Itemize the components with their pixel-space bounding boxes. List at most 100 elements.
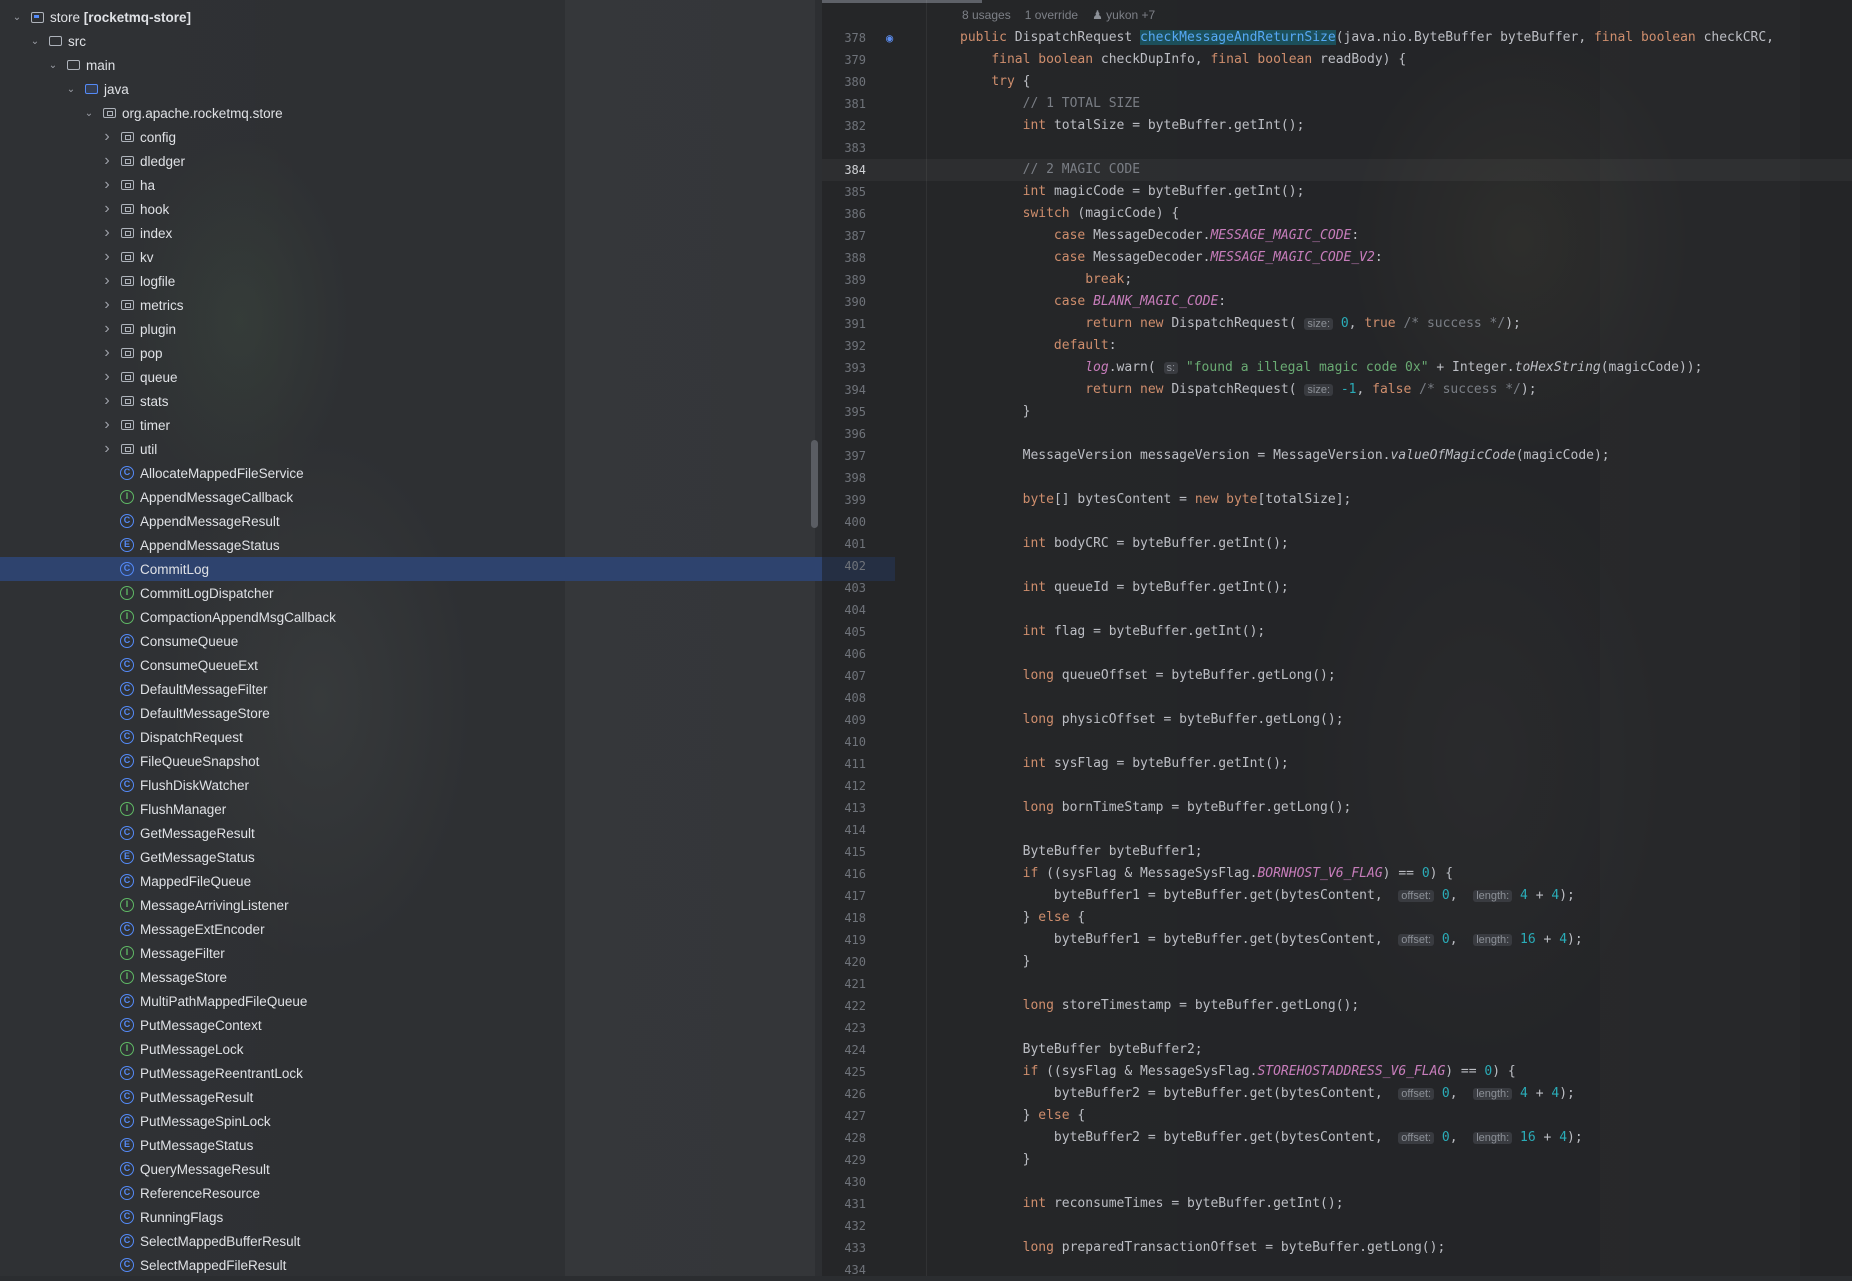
chevron-right-icon[interactable]: ›	[100, 296, 114, 313]
line-number[interactable]: 404	[822, 599, 866, 621]
code-line[interactable]: 380 try {	[822, 71, 1852, 93]
chevron-right-icon[interactable]: ›	[100, 272, 114, 289]
tree-scrollbar[interactable]	[811, 440, 818, 528]
chevron-down-icon[interactable]: ⌄	[64, 82, 78, 96]
tree-item-pop[interactable]: › pop	[0, 341, 895, 365]
line-number[interactable]: 406	[822, 643, 866, 665]
tree-item-selectmappedfileresult[interactable]: C SelectMappedFileResult	[0, 1253, 895, 1277]
code-line[interactable]: 400	[822, 511, 1852, 533]
code-line[interactable]: 426 byteBuffer2 = byteBuffer.get(bytesCo…	[822, 1083, 1852, 1105]
line-number[interactable]: 414	[822, 819, 866, 841]
code-line[interactable]: 396	[822, 423, 1852, 445]
tree-item-dispatchrequest[interactable]: C DispatchRequest	[0, 725, 895, 749]
code-line[interactable]: 382 int totalSize = byteBuffer.getInt();	[822, 115, 1852, 137]
tree-item-metrics[interactable]: › metrics	[0, 293, 895, 317]
line-number[interactable]: 380	[822, 71, 866, 93]
line-number[interactable]: 401	[822, 533, 866, 555]
line-number[interactable]: 396	[822, 423, 866, 445]
code-line[interactable]: 378 ◉ public DispatchRequest checkMessageA…	[822, 27, 1852, 49]
code-line[interactable]: 415 ByteBuffer byteBuffer1;	[822, 841, 1852, 863]
line-number[interactable]: 409	[822, 709, 866, 731]
line-number[interactable]: 415	[822, 841, 866, 863]
code-line[interactable]: 404	[822, 599, 1852, 621]
code-line[interactable]: 405 int flag = byteBuffer.getInt();	[822, 621, 1852, 643]
line-number[interactable]: 386	[822, 203, 866, 225]
line-number[interactable]: 417	[822, 885, 866, 907]
line-number[interactable]: 394	[822, 379, 866, 401]
tree-item-messageextencoder[interactable]: C MessageExtEncoder	[0, 917, 895, 941]
line-number[interactable]: 389	[822, 269, 866, 291]
tree-item-consumequeueext[interactable]: C ConsumeQueueExt	[0, 653, 895, 677]
tree-item-selectmappedbufferresult[interactable]: C SelectMappedBufferResult	[0, 1229, 895, 1253]
tree-item-flushdiskwatcher[interactable]: C FlushDiskWatcher	[0, 773, 895, 797]
author-hint[interactable]: ♟ yukon +7	[1092, 8, 1155, 22]
code-line[interactable]: 427 } else {	[822, 1105, 1852, 1127]
tree-item-consumequeue[interactable]: C ConsumeQueue	[0, 629, 895, 653]
line-number[interactable]: 405	[822, 621, 866, 643]
tree-item-stats[interactable]: › stats	[0, 389, 895, 413]
code-line[interactable]: 410	[822, 731, 1852, 753]
chevron-right-icon[interactable]: ›	[100, 200, 114, 217]
chevron-right-icon[interactable]: ›	[100, 392, 114, 409]
tree-item-config[interactable]: › config	[0, 125, 895, 149]
tree-item-getmessagestatus[interactable]: E GetMessageStatus	[0, 845, 895, 869]
tree-item-putmessagespinlock[interactable]: C PutMessageSpinLock	[0, 1109, 895, 1133]
code-line[interactable]: 403 int queueId = byteBuffer.getInt();	[822, 577, 1852, 599]
code-line[interactable]: 418 } else {	[822, 907, 1852, 929]
code-line[interactable]: 408	[822, 687, 1852, 709]
chevron-right-icon[interactable]: ›	[100, 416, 114, 433]
line-number[interactable]: 387	[822, 225, 866, 247]
tree-item-referenceresource[interactable]: C ReferenceResource	[0, 1181, 895, 1205]
line-number[interactable]: 392	[822, 335, 866, 357]
chevron-right-icon[interactable]: ›	[100, 248, 114, 265]
tree-item-package[interactable]: ⌄ org.apache.rocketmq.store	[0, 101, 877, 125]
code-line[interactable]: 402	[822, 555, 1852, 577]
tree-item-filequeuesnapshot[interactable]: C FileQueueSnapshot	[0, 749, 895, 773]
tree-item-util[interactable]: › util	[0, 437, 895, 461]
code-line[interactable]: 407 long queueOffset = byteBuffer.getLon…	[822, 665, 1852, 687]
line-number[interactable]: 400	[822, 511, 866, 533]
tree-item-appendmessageresult[interactable]: C AppendMessageResult	[0, 509, 895, 533]
tree-item-putmessagestatus[interactable]: E PutMessageStatus	[0, 1133, 895, 1157]
code-line[interactable]: 422 long storeTimestamp = byteBuffer.get…	[822, 995, 1852, 1017]
code-line[interactable]: 431 int reconsumeTimes = byteBuffer.getI…	[822, 1193, 1852, 1215]
line-number[interactable]: 393	[822, 357, 866, 379]
line-number[interactable]: 423	[822, 1017, 866, 1039]
line-number[interactable]: 379	[822, 49, 866, 71]
chevron-right-icon[interactable]: ›	[100, 152, 114, 169]
line-number[interactable]: 434	[822, 1259, 866, 1281]
line-number[interactable]: 421	[822, 973, 866, 995]
line-number[interactable]: 388	[822, 247, 866, 269]
usages-hint[interactable]: 8 usages	[962, 8, 1011, 22]
code-line[interactable]: 420 }	[822, 951, 1852, 973]
tree-item-commitlogdispatcher[interactable]: I CommitLogDispatcher	[0, 581, 895, 605]
chevron-right-icon[interactable]: ›	[100, 128, 114, 145]
line-number[interactable]: 395	[822, 401, 866, 423]
line-number[interactable]: 382	[822, 115, 866, 137]
line-number[interactable]: 408	[822, 687, 866, 709]
code-line[interactable]: 391 return new DispatchRequest( size: 0,…	[822, 313, 1852, 335]
code-line[interactable]: 383	[822, 137, 1852, 159]
tree-item-dledger[interactable]: › dledger	[0, 149, 895, 173]
tree-item-hook[interactable]: › hook	[0, 197, 895, 221]
code-line[interactable]: 432	[822, 1215, 1852, 1237]
line-number[interactable]: 426	[822, 1083, 866, 1105]
line-number[interactable]: 420	[822, 951, 866, 973]
tree-item-logfile[interactable]: › logfile	[0, 269, 895, 293]
code-line[interactable]: 433 long preparedTransactionOffset = byt…	[822, 1237, 1852, 1259]
code-line[interactable]: 397 MessageVersion messageVersion = Mess…	[822, 445, 1852, 467]
line-number[interactable]: 430	[822, 1171, 866, 1193]
code-line[interactable]: 389 break;	[822, 269, 1852, 291]
chevron-down-icon[interactable]: ⌄	[46, 58, 60, 72]
line-number[interactable]: 432	[822, 1215, 866, 1237]
line-number[interactable]: 397	[822, 445, 866, 467]
tree-item-defaultmessagefilter[interactable]: C DefaultMessageFilter	[0, 677, 895, 701]
line-number[interactable]: 403	[822, 577, 866, 599]
line-number[interactable]: 390	[822, 291, 866, 313]
line-number[interactable]: 431	[822, 1193, 866, 1215]
code-line[interactable]: 387 case MessageDecoder.MESSAGE_MAGIC_CO…	[822, 225, 1852, 247]
code-vision-hints[interactable]: 8 usages 1 override ♟ yukon +7	[962, 8, 1155, 22]
code-line[interactable]: 388 case MessageDecoder.MESSAGE_MAGIC_CO…	[822, 247, 1852, 269]
code-line[interactable]: 401 int bodyCRC = byteBuffer.getInt();	[822, 533, 1852, 555]
tree-item-store[interactable]: ⌄ store [rocketmq-store]	[0, 5, 805, 29]
